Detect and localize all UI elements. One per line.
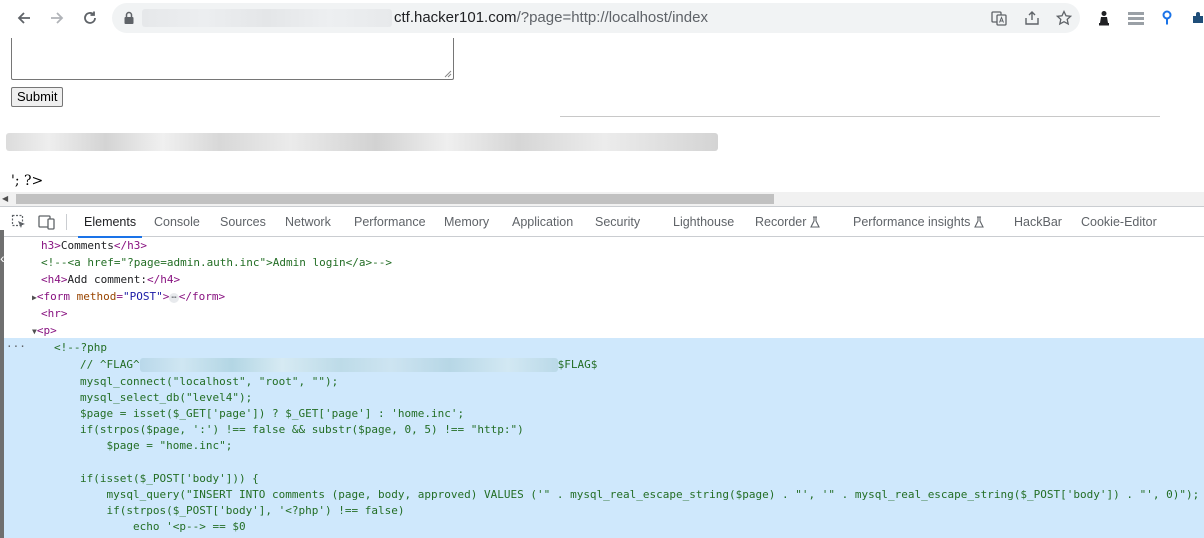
tab-label: Cookie-Editor	[1081, 215, 1157, 229]
inspect-element-icon[interactable]	[10, 213, 28, 231]
code-line: mysql_connect("localhost", "root", "");	[80, 375, 339, 388]
flag-redacted	[139, 358, 558, 372]
chevron-left-icon[interactable]: ‹	[0, 250, 5, 266]
tab-label: Performance insights	[853, 215, 971, 229]
url-text[interactable]: ctf.hacker101.com/?page=http://localhost…	[394, 9, 708, 27]
tab-label: Sources	[220, 215, 266, 229]
flag-line: // ^FLAG^ $FLAG$	[80, 356, 597, 373]
page-content: Submit '; ?>	[0, 36, 1204, 194]
php-tail-text: '; ?>	[11, 173, 44, 189]
dom-node-hr[interactable]: <hr>	[41, 305, 68, 322]
collapsed-ellipsis-icon[interactable]: ⋯	[169, 293, 179, 303]
dom-node-h4[interactable]: <h4>Add comment:</h4>	[41, 271, 180, 288]
tab-elements[interactable]: Elements	[78, 207, 143, 238]
url-redacted	[142, 9, 392, 27]
tab-console[interactable]: Console	[154, 207, 200, 237]
form-method-value: "POST"	[122, 290, 163, 303]
browser-toolbar: ctf.hacker101.com/?page=http://localhost…	[0, 0, 1204, 36]
tab-label: Security	[595, 215, 641, 229]
toolbar-divider	[66, 214, 67, 230]
code-line: $page = isset($_GET['page']) ? $_GET['pa…	[80, 407, 465, 420]
tab-label: Elements	[84, 215, 137, 229]
tab-label: Memory	[444, 215, 490, 229]
tab-label: Lighthouse	[673, 215, 735, 229]
tab-application[interactable]: Application	[512, 207, 573, 237]
tab-label: HackBar	[1014, 215, 1062, 229]
tab-lighthouse[interactable]: Lighthouse	[673, 207, 734, 237]
dom-tree: ··· h3>Comments</h3> <!--<a href="?page=…	[0, 237, 1204, 538]
puzzle-extension-icon[interactable]	[1188, 8, 1204, 28]
code-line: mysql_select_db("level4");	[80, 391, 253, 404]
node-actions-ellipsis[interactable]: ···	[6, 340, 26, 353]
scroll-left-icon[interactable]: ◀	[2, 194, 8, 203]
code-open: <!--?php	[54, 341, 107, 354]
devtools-tab-bar: Elements Console Sources Network Perform…	[0, 207, 1204, 238]
tab-performance[interactable]: Performance	[354, 207, 426, 237]
tab-label: Performance	[354, 215, 426, 229]
dom-node-comment-admin[interactable]: <!--<a href="?page=admin.auth.inc">Admin…	[41, 254, 392, 271]
h4-text: Add comment:	[67, 273, 147, 286]
reload-icon[interactable]	[78, 6, 102, 30]
url-host: ctf.hacker101.com	[394, 9, 517, 26]
pin-extension-icon[interactable]	[1157, 8, 1177, 28]
horizontal-rule	[560, 116, 1160, 117]
h3-text: Comments	[60, 239, 114, 252]
dom-node-h3[interactable]: h3>Comments</h3>	[41, 237, 147, 254]
tab-security[interactable]: Security	[595, 207, 640, 237]
code-line: echo '<p--> == $0	[80, 520, 246, 533]
submit-button[interactable]: Submit	[11, 87, 64, 107]
code-line: $page = "home.inc";	[80, 439, 233, 452]
tab-memory[interactable]: Memory	[444, 207, 489, 237]
flag-suffix: $FLAG$	[557, 358, 598, 371]
resize-grip-icon[interactable]	[443, 69, 452, 78]
chess-extension-icon[interactable]	[1094, 8, 1114, 28]
tab-label: Network	[285, 215, 331, 229]
flask-icon	[974, 216, 985, 228]
tab-label: Console	[154, 215, 200, 229]
translate-icon[interactable]	[990, 9, 1008, 27]
tab-cookie-editor[interactable]: Cookie-Editor	[1081, 207, 1157, 237]
share-icon[interactable]	[1023, 9, 1041, 27]
tab-sources[interactable]: Sources	[220, 207, 266, 237]
flag-prefix: // ^FLAG^	[80, 358, 140, 371]
bookmark-star-icon[interactable]	[1055, 9, 1073, 27]
devtools-panel: Elements Console Sources Network Perform…	[0, 206, 1204, 538]
code-line: if(isset($_POST['body'])) {	[80, 472, 259, 485]
device-toolbar-icon[interactable]	[38, 213, 56, 231]
forward-arrow-icon[interactable]	[45, 6, 69, 30]
url-path: /?page=http://localhost/index	[516, 9, 708, 26]
address-bar[interactable]: ctf.hacker101.com/?page=http://localhost…	[112, 3, 1080, 33]
redacted-text	[6, 133, 718, 151]
page-horizontal-scrollbar[interactable]: ◀	[0, 192, 1204, 206]
menu-extension-icon[interactable]	[1126, 8, 1146, 28]
code-line: mysql_query("INSERT INTO comments (page,…	[80, 488, 1200, 501]
comment-textarea[interactable]	[11, 38, 454, 80]
code-line: if(strpos($_POST['body'], '<?php') !== f…	[80, 504, 405, 517]
drawer-side-strip	[0, 230, 4, 538]
tab-label: Application	[512, 215, 574, 229]
dom-node-p[interactable]: ▼<p>	[32, 322, 57, 339]
tab-label: Recorder	[755, 215, 807, 229]
tab-network[interactable]: Network	[285, 207, 331, 237]
flask-icon	[810, 216, 821, 228]
tab-hackbar[interactable]: HackBar	[1014, 207, 1062, 237]
scrollbar-thumb[interactable]	[16, 194, 774, 204]
tab-performance-insights[interactable]: Performance insights	[853, 207, 985, 237]
lock-icon[interactable]	[120, 9, 138, 27]
code-line: if(strpos($page, ':') !== false && subst…	[80, 423, 524, 436]
tab-recorder[interactable]: Recorder	[755, 207, 821, 237]
dom-node-form[interactable]: ▶<form method="POST"> ⋯ </form>	[32, 288, 225, 305]
back-arrow-icon[interactable]	[12, 6, 36, 30]
